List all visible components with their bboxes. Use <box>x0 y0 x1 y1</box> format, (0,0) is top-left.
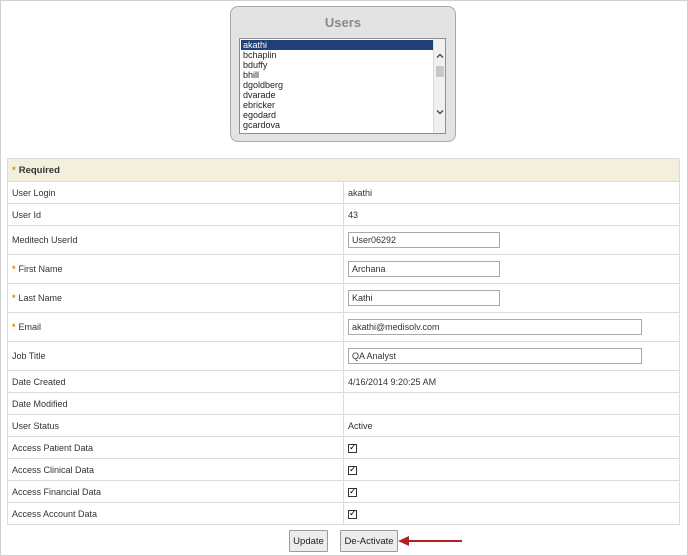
label-email: * Email <box>7 312 344 342</box>
scroll-down-icon[interactable] <box>436 108 444 116</box>
label-access-patient: Access Patient Data <box>7 436 344 459</box>
users-title: Users <box>324 15 362 30</box>
row-job-title: Job Title QA Analyst <box>7 341 680 371</box>
user-form-table: * Required User Login akathi User Id 43 M… <box>7 158 680 525</box>
row-user-login: User Login akathi <box>7 181 680 204</box>
deactivate-button[interactable]: De-Activate <box>340 530 398 552</box>
label-access-financial: Access Financial Data <box>7 480 344 503</box>
label-job-title: Job Title <box>7 341 344 371</box>
user-list-item[interactable]: bchaplin <box>241 50 434 60</box>
required-star-icon: * <box>12 264 16 274</box>
label-first-name: * First Name <box>7 254 344 284</box>
access-financial-checkbox[interactable]: ✓ <box>348 485 357 497</box>
users-panel: Users akathi bchaplin bduffy bhill dgold… <box>230 6 456 142</box>
label-user-status: User Status <box>7 414 344 437</box>
checkmark-icon: ✓ <box>349 485 357 496</box>
required-star-icon: * <box>12 322 16 332</box>
row-last-name: * Last Name Kathi <box>7 283 680 313</box>
value-date-created: 4/16/2014 9:20:25 AM <box>343 370 680 393</box>
label-user-id: User Id <box>7 203 344 226</box>
scroll-up-icon[interactable] <box>436 52 444 60</box>
label-date-created: Date Created <box>7 370 344 393</box>
required-star-icon: * <box>12 164 16 176</box>
access-clinical-checkbox[interactable]: ✓ <box>348 463 357 475</box>
row-user-id: User Id 43 <box>7 203 680 226</box>
user-list-item[interactable]: dvarade <box>241 90 434 100</box>
access-account-checkbox[interactable]: ✓ <box>348 507 357 519</box>
user-list-item[interactable]: dgoldberg <box>241 80 434 90</box>
row-email: * Email akathi@medisolv.com <box>7 312 680 342</box>
row-date-modified: Date Modified <box>7 392 680 415</box>
row-access-account: Access Account Data ✓ <box>7 502 680 525</box>
row-access-patient: Access Patient Data ✓ <box>7 436 680 459</box>
label-user-login: User Login <box>7 181 344 204</box>
email-field[interactable]: akathi@medisolv.com <box>348 319 642 335</box>
label-date-modified: Date Modified <box>7 392 344 415</box>
user-list-item-selected[interactable]: akathi <box>241 40 434 50</box>
update-button[interactable]: Update <box>289 530 328 552</box>
user-list-item[interactable]: gcardova <box>241 120 434 130</box>
user-list-item[interactable]: ebricker <box>241 100 434 110</box>
value-user-status: Active <box>343 414 680 437</box>
users-list-items: akathi bchaplin bduffy bhill dgoldberg d… <box>241 40 434 130</box>
row-meditech-userid: Meditech UserId User06292 <box>7 225 680 255</box>
user-list-item[interactable]: bduffy <box>241 60 434 70</box>
value-user-login: akathi <box>343 181 680 204</box>
job-title-field[interactable]: QA Analyst <box>348 348 642 364</box>
row-access-financial: Access Financial Data ✓ <box>7 480 680 503</box>
checkmark-icon: ✓ <box>349 507 357 518</box>
access-patient-checkbox[interactable]: ✓ <box>348 441 357 453</box>
label-meditech-userid: Meditech UserId <box>7 225 344 255</box>
user-list-item[interactable]: bhill <box>241 70 434 80</box>
user-list-item[interactable]: egodard <box>241 110 434 120</box>
row-access-clinical: Access Clinical Data ✓ <box>7 458 680 481</box>
first-name-field[interactable]: Archana <box>348 261 500 277</box>
label-last-name: * Last Name <box>7 283 344 313</box>
users-scrollbar[interactable] <box>433 39 445 133</box>
label-access-account: Access Account Data <box>7 502 344 525</box>
meditech-userid-field[interactable]: User06292 <box>348 232 500 248</box>
checkmark-icon: ✓ <box>349 463 357 474</box>
scroll-thumb[interactable] <box>436 66 444 77</box>
row-user-status: User Status Active <box>7 414 680 437</box>
arrow-annotation-icon <box>398 536 462 546</box>
checkmark-icon: ✓ <box>349 441 357 452</box>
value-user-id: 43 <box>343 203 680 226</box>
last-name-field[interactable]: Kathi <box>348 290 500 306</box>
value-date-modified <box>343 392 680 415</box>
row-date-created: Date Created 4/16/2014 9:20:25 AM <box>7 370 680 393</box>
users-listbox[interactable]: akathi bchaplin bduffy bhill dgoldberg d… <box>239 38 446 134</box>
required-header-row: * Required <box>7 158 680 182</box>
required-star-icon: * <box>12 293 16 303</box>
required-header: * Required <box>7 158 680 182</box>
label-access-clinical: Access Clinical Data <box>7 458 344 481</box>
row-first-name: * First Name Archana <box>7 254 680 284</box>
